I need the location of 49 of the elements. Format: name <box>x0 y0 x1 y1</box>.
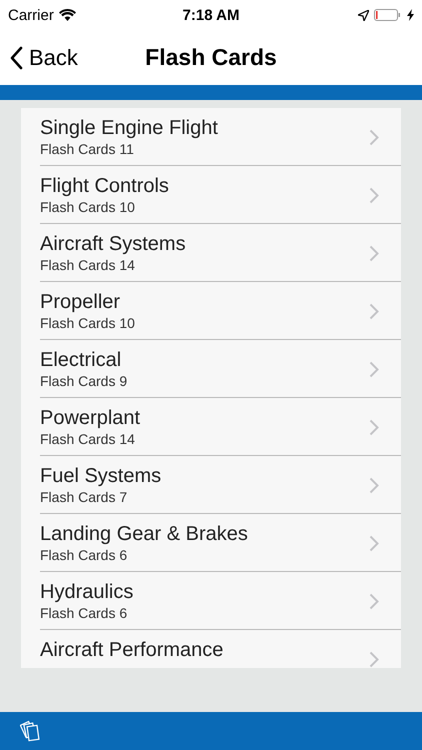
topic-row[interactable]: Aircraft Performance <box>40 630 401 668</box>
back-chevron-icon <box>10 46 23 70</box>
topic-title: Electrical <box>40 349 122 372</box>
chevron-icon <box>369 303 379 320</box>
card-count: Flash Cards 11 <box>40 141 134 157</box>
topic-title: Powerplant <box>40 407 140 430</box>
location-arrow-icon <box>358 10 369 20</box>
carrier-label: Carrier <box>8 6 54 24</box>
card-count: Flash Cards 9 <box>40 373 128 389</box>
topic-title: Propeller <box>40 291 120 314</box>
chevron-icon <box>369 651 379 668</box>
flash-cards-tab-icon[interactable] <box>20 720 42 742</box>
topic-title: Hydraulics <box>40 581 134 604</box>
back-button[interactable]: Back <box>0 44 78 70</box>
chevron-icon <box>369 535 379 552</box>
battery-icon <box>374 9 402 21</box>
chevron-icon <box>369 187 379 204</box>
status-time: 7:18 AM <box>182 6 240 24</box>
card-count: Flash Cards 14 <box>40 431 135 447</box>
topic-row[interactable]: Flight Controls Flash Cards 10 <box>40 166 401 224</box>
topic-title: Flight Controls <box>40 175 169 198</box>
screen-title: Flash Cards <box>145 44 277 71</box>
topic-row[interactable]: Powerplant Flash Cards 14 <box>40 398 401 456</box>
card-count: Flash Cards 10 <box>40 315 135 331</box>
card-count: Flash Cards 6 <box>40 547 128 563</box>
card-count: Flash Cards 6 <box>40 605 128 621</box>
topic-row[interactable]: Electrical Flash Cards 9 <box>40 340 401 398</box>
topic-row[interactable]: Single Engine Flight Flash Cards 11 <box>40 108 401 166</box>
card-count: Flash Cards 7 <box>40 489 128 505</box>
topic-title: Fuel Systems <box>40 465 162 488</box>
topic-title: Single Engine Flight <box>40 117 218 140</box>
topic-title: Aircraft Performance <box>40 639 224 662</box>
chevron-icon <box>369 361 379 378</box>
chevron-icon <box>369 245 379 262</box>
charging-bolt-icon <box>407 9 414 21</box>
chevron-icon <box>369 593 379 610</box>
topic-title: Aircraft Systems <box>40 233 186 256</box>
chevron-icon <box>369 477 379 494</box>
card-count: Flash Cards 10 <box>40 199 135 215</box>
chevron-icon <box>369 419 379 436</box>
topic-title: Landing Gear & Brakes <box>40 523 248 546</box>
card-count: Flash Cards 14 <box>40 257 135 273</box>
chevron-icon <box>369 129 379 146</box>
topic-row[interactable]: Aircraft Systems Flash Cards 14 <box>40 224 401 282</box>
topic-row[interactable]: Hydraulics Flash Cards 6 <box>40 572 401 630</box>
topic-row[interactable]: Landing Gear & Brakes Flash Cards 6 <box>40 514 401 572</box>
topic-row[interactable]: Propeller Flash Cards 10 <box>40 282 401 340</box>
topic-row[interactable]: Fuel Systems Flash Cards 7 <box>40 456 401 514</box>
wifi-icon <box>58 9 76 21</box>
